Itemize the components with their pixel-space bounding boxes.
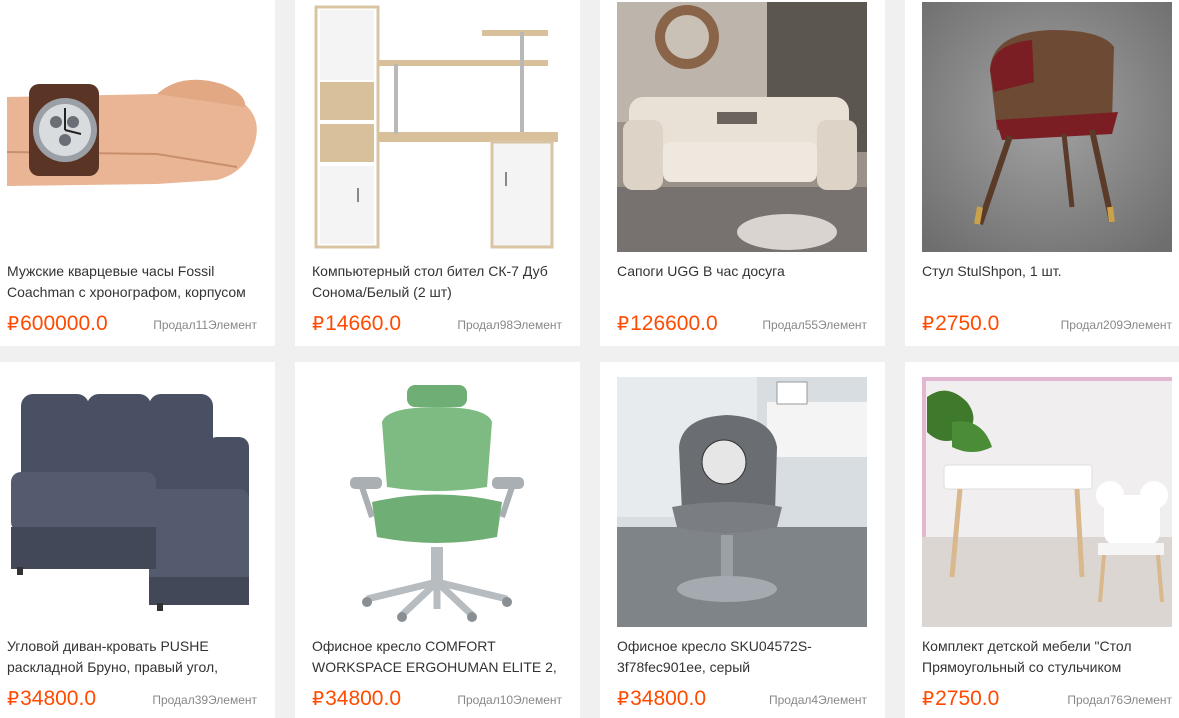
product-card[interactable]: Офисное кресло SKU04572S-3f78fec901ee, с… <box>600 362 885 718</box>
product-card[interactable]: Компьютерный стол бител СК-7 Дуб Сонома/… <box>295 0 580 346</box>
sold-count: Продал10Элемент <box>457 693 562 707</box>
price-value: 34800.0 <box>325 687 402 710</box>
currency-symbol: ₽ <box>312 689 325 710</box>
product-title[interactable]: Комплект детской мебели "Стол Прямоуголь… <box>922 636 1172 678</box>
product-card[interactable]: Мужские кварцевые часы Fossil Coachman с… <box>0 0 275 346</box>
price-value: 34800.0 <box>630 687 707 710</box>
product-image[interactable] <box>922 377 1172 627</box>
sold-count: Продал98Элемент <box>457 318 562 332</box>
corner-sofa-image <box>7 377 257 627</box>
sold-count: Продал76Элемент <box>1067 693 1172 707</box>
sold-count: Продал209Элемент <box>1060 318 1172 332</box>
price-value: 2750.0 <box>935 687 1000 710</box>
sold-count: Продал55Элемент <box>762 318 867 332</box>
product-image[interactable] <box>617 377 867 627</box>
product-price: ₽14660.0 <box>312 312 401 337</box>
currency-symbol: ₽ <box>312 314 325 335</box>
price-value: 600000.0 <box>20 312 108 335</box>
product-price: ₽126600.0 <box>617 312 718 337</box>
office-chair-image <box>312 377 562 627</box>
product-price: ₽34800.0 <box>312 687 401 712</box>
product-card[interactable]: Угловой диван-кровать PUSHE раскладной Б… <box>0 362 275 718</box>
swivel-chair-image <box>617 377 867 627</box>
currency-symbol: ₽ <box>922 689 935 710</box>
product-price: ₽2750.0 <box>922 312 999 337</box>
product-title[interactable]: Офисное кресло COMFORT WORKSPACE ERGOHUM… <box>312 636 572 678</box>
product-card[interactable]: Офисное кресло COMFORT WORKSPACE ERGOHUM… <box>295 362 580 718</box>
currency-symbol: ₽ <box>7 689 20 710</box>
product-price: ₽34800.0 <box>7 687 96 712</box>
product-image[interactable] <box>922 2 1172 252</box>
price-value: 34800.0 <box>20 687 97 710</box>
product-image[interactable] <box>312 377 562 627</box>
dining-chair-image <box>922 2 1172 252</box>
price-value: 126600.0 <box>630 312 718 335</box>
product-card[interactable]: Комплект детской мебели "Стол Прямоуголь… <box>905 362 1179 718</box>
product-title[interactable]: Офисное кресло SKU04572S-3f78fec901ee, с… <box>617 636 877 678</box>
product-card[interactable]: Стул StulShpon, 1 шт. ₽2750.0 Продал209Э… <box>905 0 1179 346</box>
sold-count: Продал4Элемент <box>768 693 867 707</box>
currency-symbol: ₽ <box>617 689 630 710</box>
currency-symbol: ₽ <box>7 314 20 335</box>
currency-symbol: ₽ <box>922 314 935 335</box>
product-title[interactable]: Компьютерный стол бител СК-7 Дуб Сонома/… <box>312 261 572 303</box>
currency-symbol: ₽ <box>617 314 630 335</box>
wristwatch-image <box>7 2 257 252</box>
product-price: ₽34800.0 <box>617 687 706 712</box>
sold-count: Продал11Элемент <box>153 318 257 332</box>
kids-furniture-image <box>922 377 1172 627</box>
product-image[interactable] <box>7 377 257 627</box>
sold-count: Продал39Элемент <box>152 693 257 707</box>
product-title[interactable]: Угловой диван-кровать PUSHE раскладной Б… <box>7 636 262 678</box>
product-card[interactable]: Сапоги UGG В час досуга ₽126600.0 Продал… <box>600 0 885 346</box>
product-price: ₽2750.0 <box>922 687 999 712</box>
price-value: 2750.0 <box>935 312 1000 335</box>
product-title[interactable]: Сапоги UGG В час досуга <box>617 261 877 303</box>
product-grid: Мужские кварцевые часы Fossil Coachman с… <box>0 0 1179 718</box>
product-price: ₽600000.0 <box>7 312 108 337</box>
product-title[interactable]: Мужские кварцевые часы Fossil Coachman с… <box>7 261 262 303</box>
product-title[interactable]: Стул StulShpon, 1 шт. <box>922 261 1172 303</box>
price-value: 14660.0 <box>325 312 402 335</box>
product-image[interactable] <box>312 2 562 252</box>
recliner-sofa-image <box>617 2 867 252</box>
product-image[interactable] <box>617 2 867 252</box>
product-image[interactable] <box>7 2 257 252</box>
computer-desk-image <box>312 2 562 252</box>
